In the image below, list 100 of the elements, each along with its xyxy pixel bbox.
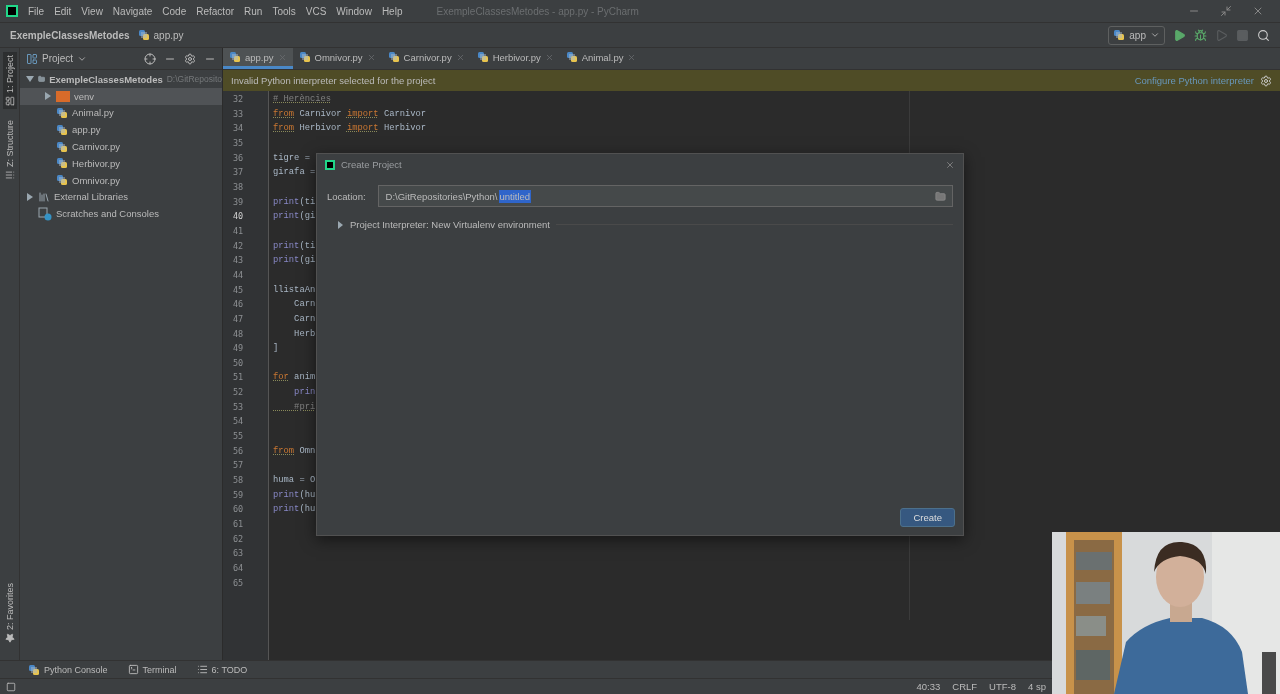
tree-item[interactable]: External Libraries: [54, 191, 128, 203]
location-field[interactable]: D:\GitRepositories\Python\ untitled: [377, 185, 953, 207]
menu-item[interactable]: VCS: [305, 5, 327, 17]
code-line: ]: [273, 342, 279, 356]
panel-toggle-icon[interactable]: [6, 681, 16, 692]
line-number: 46: [233, 299, 244, 310]
editor-tab[interactable]: Herbivor.py: [470, 48, 560, 69]
close-icon[interactable]: [366, 52, 376, 62]
warning-message: Invalid Python interpreter selected for the project: [231, 75, 437, 86]
code-line: prin: [293, 386, 316, 400]
run-icon[interactable]: [1173, 28, 1186, 42]
close-icon[interactable]: [627, 52, 637, 62]
line-number: 39: [233, 196, 244, 207]
python-file-icon: [387, 51, 400, 63]
settings-icon[interactable]: [1260, 74, 1272, 87]
line-number: 50: [233, 357, 244, 368]
tree-item[interactable]: ExempleClassesMetodes: [49, 73, 163, 85]
tree-item[interactable]: Animal.py: [72, 107, 114, 119]
line-number: 45: [233, 284, 244, 295]
menu-item[interactable]: Edit: [54, 5, 72, 17]
scratches-icon: [38, 206, 52, 221]
editor-tab[interactable]: Omnivor.py: [292, 48, 382, 69]
line-number: 61: [233, 519, 244, 530]
collapse-arrow-icon[interactable]: [44, 92, 52, 101]
locate-icon[interactable]: [144, 52, 156, 65]
collapse-arrow-icon[interactable]: [337, 220, 344, 229]
line-number: 49: [233, 343, 244, 354]
menu-item[interactable]: Code: [162, 5, 187, 17]
status-item[interactable]: 4 sp: [1028, 681, 1046, 692]
project-icon: [4, 96, 15, 107]
close-icon[interactable]: [1252, 5, 1264, 17]
status-item[interactable]: UTF-8: [989, 681, 1017, 692]
line-number: 53: [233, 401, 244, 412]
structure-icon: [4, 170, 15, 181]
menu-item[interactable]: Refactor: [196, 5, 235, 17]
search-icon[interactable]: [1257, 28, 1270, 42]
collapse-arrow-icon[interactable]: [26, 192, 34, 201]
list-icon: [196, 664, 208, 675]
line-number: 43: [233, 255, 244, 266]
status-item[interactable]: 40:33: [916, 681, 941, 692]
line-number: 52: [233, 387, 244, 398]
tree-item[interactable]: Omnivor.py: [72, 174, 121, 186]
tool-window-button[interactable]: Python Console: [44, 664, 108, 675]
tree-item[interactable]: Herbivor.py: [72, 157, 121, 169]
python-file-icon: [229, 51, 241, 63]
menu-item[interactable]: View: [81, 5, 103, 17]
menu-item[interactable]: Navigate: [112, 5, 153, 17]
status-item[interactable]: CRLF: [952, 681, 978, 692]
editor-tab[interactable]: Carnivor.py: [381, 48, 471, 69]
menu-item[interactable]: Run: [244, 5, 263, 17]
code-line: Carn: [293, 298, 316, 312]
menu-item[interactable]: Help: [381, 5, 403, 17]
line-number: 57: [233, 460, 244, 471]
code-line: girafa =: [273, 166, 316, 180]
editor-tab[interactable]: app.py: [223, 48, 293, 69]
tool-window-button[interactable]: Terminal: [142, 664, 177, 675]
folder-icon: [56, 90, 70, 102]
close-icon[interactable]: [945, 159, 955, 170]
restore-icon[interactable]: [1220, 5, 1232, 17]
line-number: 58: [233, 475, 244, 486]
tool-window-tab[interactable]: Z: Structure: [4, 120, 15, 168]
panel-title[interactable]: Project: [42, 53, 74, 64]
python-file-icon: [56, 140, 68, 153]
tree-item[interactable]: app.py: [72, 124, 101, 136]
settings-icon[interactable]: [184, 52, 196, 65]
python-file-icon: [28, 663, 40, 676]
line-number: 65: [233, 577, 244, 588]
code-line: llistaAn: [273, 283, 316, 297]
line-number: 40: [233, 211, 244, 222]
python-file-icon: [1113, 29, 1126, 41]
tree-item[interactable]: venv: [74, 90, 95, 102]
tree-item[interactable]: Scratches and Consoles: [56, 208, 159, 220]
line-number: 48: [233, 328, 244, 339]
python-file-icon: [56, 123, 68, 136]
code-line: for anim: [273, 371, 316, 385]
tool-window-tab[interactable]: 2: Favorites: [4, 582, 15, 630]
editor-tab[interactable]: Animal.py: [559, 48, 643, 69]
caret-icon: [1150, 30, 1160, 40]
interpreter-section[interactable]: Project Interpreter: New Virtualenv environment: [350, 219, 550, 230]
code-line: print(ti: [273, 239, 316, 253]
tree-item[interactable]: Carnivor.py: [72, 141, 121, 153]
close-icon[interactable]: [544, 52, 554, 62]
folder-icon[interactable]: [935, 190, 946, 202]
python-file-icon: [56, 174, 68, 187]
breadcrumb-item[interactable]: app.py: [153, 29, 184, 41]
code-line: #pri: [293, 400, 316, 414]
menu-item[interactable]: Window: [336, 5, 372, 17]
create-button[interactable]: Create: [900, 508, 955, 527]
line-number: 41: [233, 225, 244, 236]
close-icon[interactable]: [455, 52, 465, 62]
tool-window-button[interactable]: 6: TODO: [211, 664, 248, 675]
line-number: 64: [233, 563, 244, 573]
menu-item[interactable]: Tools: [272, 5, 296, 17]
bug-icon[interactable]: [1194, 28, 1207, 42]
run-configuration-dropdown[interactable]: app: [1108, 25, 1165, 45]
expand-arrow-icon[interactable]: [26, 75, 34, 84]
menu-item[interactable]: File: [28, 5, 45, 17]
line-number: 38: [233, 181, 244, 192]
breadcrumb-item[interactable]: ExempleClassesMetodes: [10, 29, 130, 41]
line-number: 32: [233, 94, 244, 104]
